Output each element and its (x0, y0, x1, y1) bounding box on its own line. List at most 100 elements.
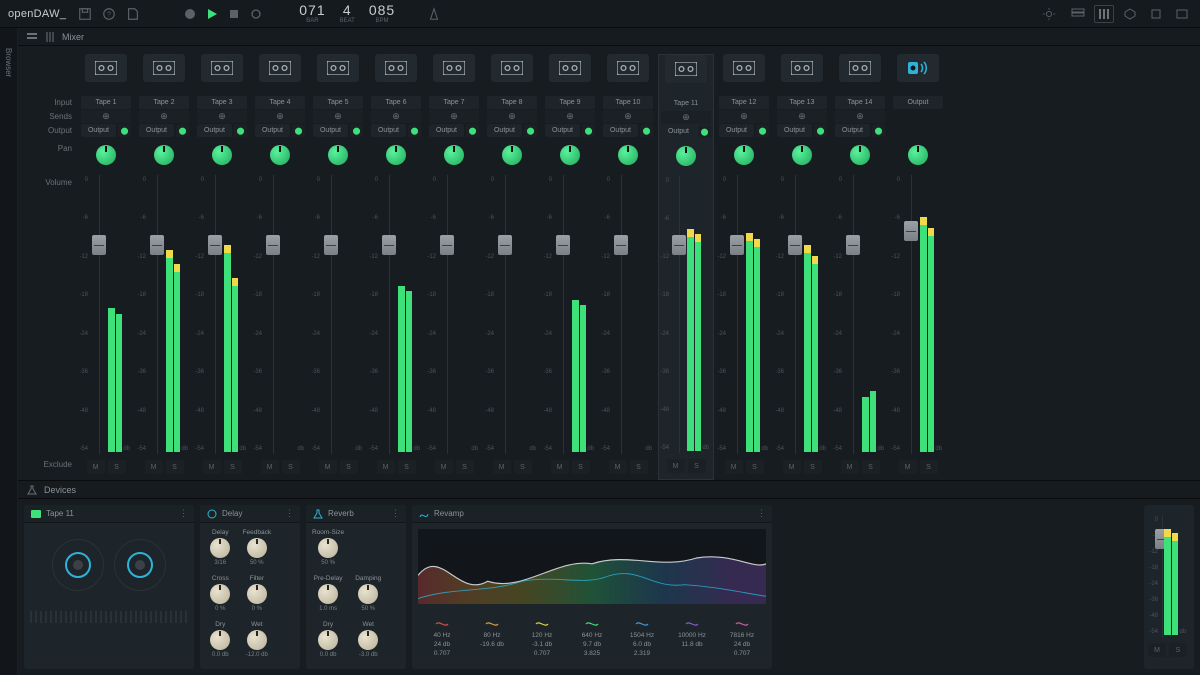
input-field[interactable]: Tape 8 (487, 96, 537, 109)
channel-strip[interactable]: Tape 6 ⊕ Output ⬤ 0-6-12-18-24-36-48-54 … (368, 54, 424, 480)
channel-strip[interactable]: Tape 14 ⊕ Output ⬤ 0-6-12-18-24-36-48-54… (832, 54, 888, 480)
eq-band-icon[interactable] (568, 618, 616, 630)
eq-gain-value[interactable]: 9.7 db (568, 641, 616, 648)
mute-button[interactable]: M (899, 460, 917, 474)
file-icon[interactable] (124, 5, 142, 23)
output-enable-button[interactable]: ⬤ (176, 124, 189, 137)
channel-strip[interactable]: Tape 10 ⊕ Output ⬤ 0-6-12-18-24-36-48-54… (600, 54, 656, 480)
device-menu-icon[interactable]: ⋮ (757, 508, 766, 519)
output-enable-button[interactable]: ⬤ (408, 124, 421, 137)
eq-freq-value[interactable]: 120 Hz (518, 632, 566, 639)
bar-value[interactable]: 071 (299, 3, 325, 17)
fader-track[interactable] (438, 175, 456, 454)
input-field[interactable]: Tape 3 (197, 96, 247, 109)
output-field[interactable]: Output (139, 124, 174, 137)
pan-knob[interactable] (676, 146, 696, 166)
param-knob[interactable] (210, 584, 230, 604)
fader-handle[interactable] (92, 235, 106, 255)
sends-add-button[interactable]: ⊕ (255, 110, 305, 123)
fader-handle[interactable] (846, 235, 860, 255)
channel-strip[interactable]: Tape 8 ⊕ Output ⬤ 0-6-12-18-24-36-48-54 … (484, 54, 540, 480)
solo-button[interactable]: S (862, 460, 880, 474)
mute-button[interactable]: M (319, 460, 337, 474)
eq-band-icon[interactable] (668, 618, 716, 630)
sends-add-button[interactable]: ⊕ (835, 110, 885, 123)
mute-button[interactable]: M (841, 460, 859, 474)
sun-icon[interactable] (1040, 5, 1058, 23)
pan-knob[interactable] (96, 145, 116, 165)
solo-button[interactable]: S (166, 460, 184, 474)
output-enable-button[interactable]: ⬤ (524, 124, 537, 137)
eq-freq-value[interactable]: 1504 Hz (618, 632, 666, 639)
channel-icon-box[interactable] (549, 54, 591, 82)
fader-track[interactable] (148, 175, 166, 454)
param-knob[interactable] (318, 538, 338, 558)
fader-handle[interactable] (614, 235, 628, 255)
reel-left[interactable] (52, 539, 104, 591)
channel-icon-box[interactable] (85, 54, 127, 82)
input-field[interactable]: Tape 7 (429, 96, 479, 109)
output-mute-btn[interactable]: M (1148, 643, 1166, 657)
input-field[interactable]: Tape 9 (545, 96, 595, 109)
sends-add-button[interactable]: ⊕ (661, 111, 711, 124)
save-icon[interactable] (76, 5, 94, 23)
pan-knob[interactable] (328, 145, 348, 165)
mute-button[interactable]: M (203, 460, 221, 474)
mute-button[interactable]: M (783, 460, 801, 474)
fader-handle[interactable] (208, 235, 222, 255)
eq-q-value[interactable] (668, 650, 716, 657)
channel-strip[interactable]: Tape 5 ⊕ Output ⬤ 0-6-12-18-24-36-48-54 … (310, 54, 366, 480)
eq-band-icon[interactable] (718, 618, 766, 630)
mute-button[interactable]: M (435, 460, 453, 474)
pan-knob[interactable] (734, 145, 754, 165)
output-field[interactable]: Output (487, 124, 522, 137)
device-menu-icon[interactable]: ⋮ (179, 508, 188, 519)
input-field[interactable]: Tape 13 (777, 96, 827, 109)
eq-gain-value[interactable]: 24 db (718, 641, 766, 648)
fader-handle[interactable] (382, 235, 396, 255)
channel-icon-box[interactable] (781, 54, 823, 82)
beat-value[interactable]: 4 (343, 3, 352, 17)
eq-gain-value[interactable]: -3.1 db (518, 641, 566, 648)
solo-button[interactable]: S (514, 460, 532, 474)
mute-button[interactable]: M (377, 460, 395, 474)
sends-add-button[interactable]: ⊕ (777, 110, 827, 123)
stop-button[interactable] (226, 6, 242, 22)
sends-add-button[interactable]: ⊕ (429, 110, 479, 123)
param-knob[interactable] (318, 584, 338, 604)
fader-track[interactable] (902, 175, 920, 454)
input-field[interactable]: Tape 5 (313, 96, 363, 109)
solo-button[interactable]: S (804, 460, 822, 474)
solo-button[interactable]: S (282, 460, 300, 474)
mute-button[interactable]: M (145, 460, 163, 474)
eq-freq-value[interactable]: 80 Hz (468, 632, 516, 639)
input-field[interactable]: Tape 10 (603, 96, 653, 109)
sends-add-button[interactable]: ⊕ (313, 110, 363, 123)
eq-freq-value[interactable]: 640 Hz (568, 632, 616, 639)
solo-button[interactable]: S (108, 460, 126, 474)
output-field[interactable]: Output (313, 124, 348, 137)
view-cpu-icon[interactable] (1146, 5, 1166, 23)
fader-handle[interactable] (440, 235, 454, 255)
reel-right[interactable] (114, 539, 166, 591)
fader-track[interactable] (786, 175, 804, 454)
fader-track[interactable] (844, 175, 862, 454)
input-field[interactable]: Output (893, 96, 943, 109)
fader-handle[interactable] (266, 235, 280, 255)
pan-knob[interactable] (444, 145, 464, 165)
fader-track[interactable] (554, 175, 572, 454)
channel-icon-box[interactable] (433, 54, 475, 82)
pan-knob[interactable] (154, 145, 174, 165)
eq-freq-value[interactable]: 40 Hz (418, 632, 466, 639)
mute-button[interactable]: M (725, 460, 743, 474)
channel-icon-box[interactable] (607, 54, 649, 82)
list-icon[interactable] (26, 31, 38, 43)
record-button[interactable] (182, 6, 198, 22)
param-knob[interactable] (210, 538, 230, 558)
output-field[interactable]: Output (603, 124, 638, 137)
browser-tab[interactable]: Browser (4, 48, 13, 77)
fader-handle[interactable] (150, 235, 164, 255)
sends-add-button[interactable]: ⊕ (603, 110, 653, 123)
fader-handle[interactable] (904, 221, 918, 241)
help-icon[interactable]: ? (100, 5, 118, 23)
